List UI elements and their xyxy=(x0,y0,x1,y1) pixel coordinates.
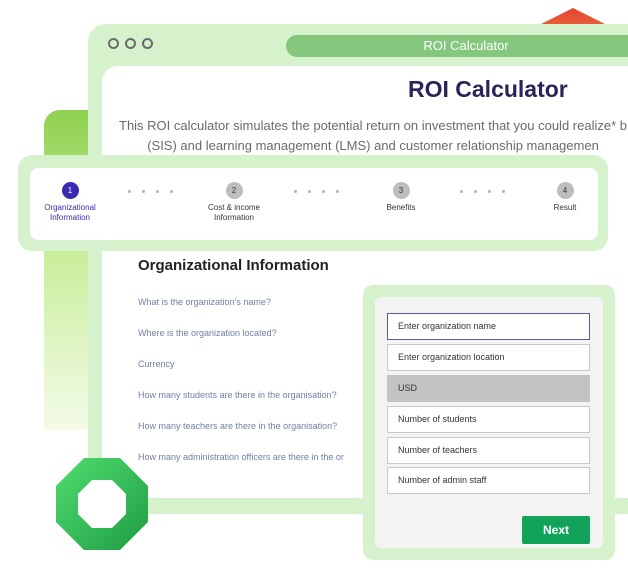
step-label: Organizational xyxy=(44,203,96,212)
next-button[interactable]: Next xyxy=(522,516,590,544)
step-number: 2 xyxy=(225,182,243,199)
maximize-dot-icon[interactable] xyxy=(142,38,153,49)
window-title: ROI Calculator xyxy=(286,35,628,57)
question-students: How many students are there in the organ… xyxy=(138,390,337,400)
intro-line-1: This ROI calculator simulates the potent… xyxy=(119,118,627,133)
step-separator xyxy=(460,190,505,193)
students-input[interactable]: Number of students xyxy=(387,406,590,433)
org-name-input[interactable]: Enter organization name xyxy=(387,313,590,340)
question-org-name: What is the organization’s name? xyxy=(138,297,271,307)
section-title: Organizational Information xyxy=(138,257,329,274)
step-number: 4 xyxy=(556,182,574,199)
question-admin-officers: How many administration officers are the… xyxy=(138,452,344,462)
org-location-input[interactable]: Enter organization location xyxy=(387,344,590,371)
step-label: Information xyxy=(213,213,255,222)
admin-staff-input[interactable]: Number of admin staff xyxy=(387,467,590,494)
page-title: ROI Calculator xyxy=(408,76,568,102)
stepper: 1 Organizational Information 2 Cost & in… xyxy=(30,168,598,240)
step-separator xyxy=(128,190,173,193)
step-label: Result xyxy=(553,203,577,212)
step-number: 3 xyxy=(392,182,410,199)
intro-text: This ROI calculator simulates the potent… xyxy=(118,116,628,156)
question-org-location: Where is the organization located? xyxy=(138,328,277,338)
step-number: 1 xyxy=(61,182,79,199)
step-label: Cost & income xyxy=(207,203,261,212)
step-label: Information xyxy=(49,213,91,222)
step-benefits[interactable]: 3 Benefits xyxy=(376,182,426,213)
step-organizational-information[interactable]: 1 Organizational Information xyxy=(36,182,104,223)
step-cost-income-information[interactable]: 2 Cost & income Information xyxy=(198,182,270,223)
close-dot-icon[interactable] xyxy=(108,38,119,49)
minimize-dot-icon[interactable] xyxy=(125,38,136,49)
intro-line-2: (SIS) and learning management (LMS) and … xyxy=(147,138,599,153)
teachers-input[interactable]: Number of teachers xyxy=(387,437,590,464)
currency-select[interactable]: USD xyxy=(387,375,590,402)
window-controls xyxy=(108,38,153,49)
question-teachers: How many teachers are there in the organ… xyxy=(138,421,338,431)
step-separator xyxy=(294,190,339,193)
decorative-octagon-icon xyxy=(56,458,148,550)
step-result[interactable]: 4 Result xyxy=(544,182,586,213)
question-currency: Currency xyxy=(138,359,175,369)
step-label: Benefits xyxy=(386,203,416,212)
